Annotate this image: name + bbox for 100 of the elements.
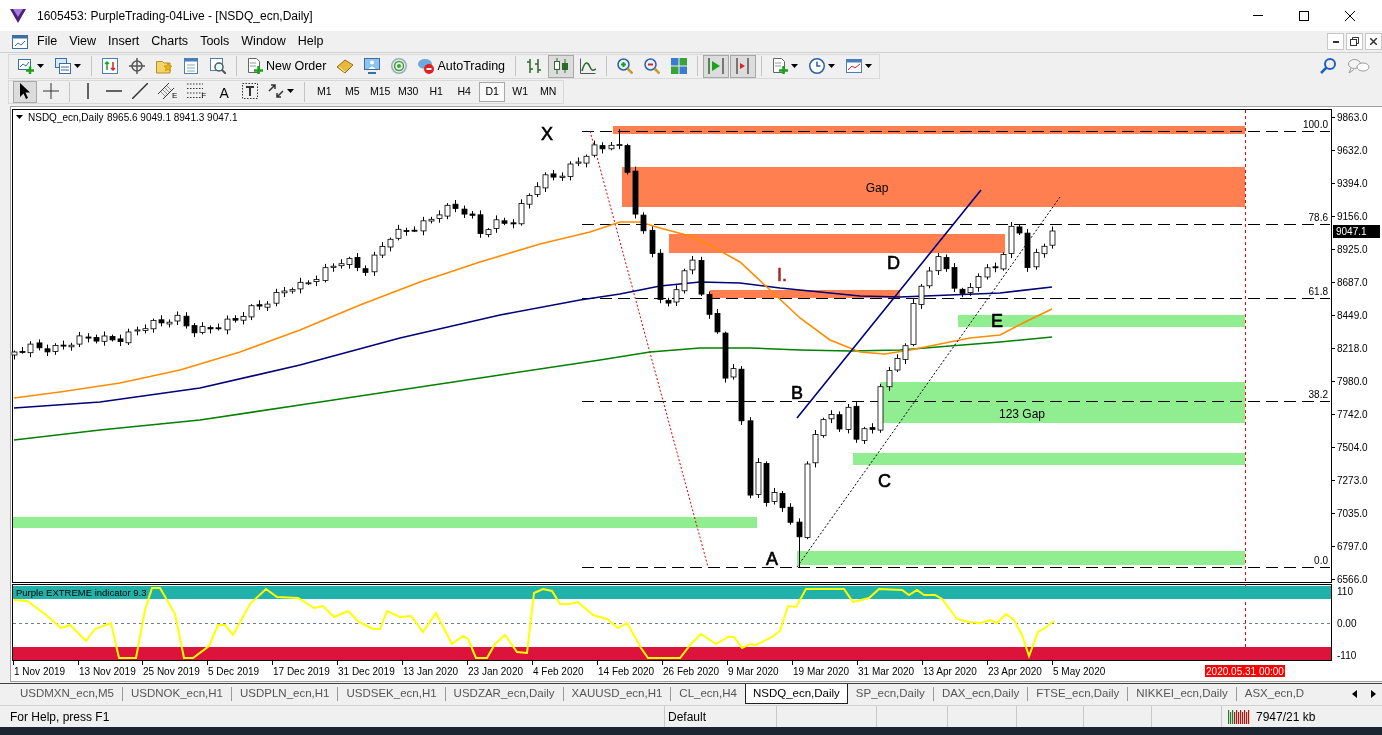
vertical-line-icon — [87, 82, 89, 99]
zoom-in-icon — [617, 58, 634, 74]
clock-icon — [809, 58, 826, 74]
price-axis-label: 7742.0 — [1337, 409, 1368, 420]
menu-item[interactable]: Charts — [145, 31, 195, 52]
channel-button[interactable]: E — [154, 80, 182, 103]
timeframe-button[interactable]: M15 — [367, 81, 394, 102]
timeframe-button[interactable]: M1 — [311, 81, 338, 102]
chart-tab[interactable]: NSDQ_ecn,Daily — [744, 684, 848, 704]
cursor-icon — [20, 82, 30, 99]
window-icon — [183, 58, 199, 74]
fibonacci-level-label: 61.8 — [1308, 286, 1328, 297]
price-axis-label: 6566.0 — [1337, 574, 1368, 585]
chart-tab[interactable]: USDSEK_ecn,H1 — [338, 684, 445, 704]
auto-scroll-button[interactable] — [703, 54, 730, 78]
date-axis-label: 31 Mar 2020 — [858, 666, 915, 677]
chart-shift-button[interactable] — [730, 54, 757, 78]
date-axis-label: 13 Nov 2019 — [79, 666, 136, 677]
timeframe-button[interactable]: M5 — [339, 81, 366, 102]
timeframe-button[interactable]: H1 — [423, 81, 450, 102]
wave-point-label: D — [887, 253, 900, 273]
caret-icon — [37, 64, 44, 68]
timeframe-button[interactable]: MN — [535, 81, 562, 102]
triangle-logo-icon — [10, 8, 26, 23]
chart-tab[interactable]: USDPLN_ecn,H1 — [232, 684, 338, 704]
price-axis-label: 9394.0 — [1337, 178, 1368, 189]
chart-tab[interactable]: USDMXN_ecn,M5 — [12, 684, 122, 704]
crosshair-icon — [129, 58, 145, 74]
document-plus-icon — [247, 58, 263, 74]
timeframe-button[interactable]: D1 — [479, 81, 506, 102]
chart-tab[interactable]: ASX_ecn,D — [1236, 684, 1313, 704]
candlestick-chart-button[interactable] — [548, 54, 575, 78]
close-icon — [1370, 38, 1377, 45]
date-axis-label: 17 Dec 2019 — [273, 666, 330, 677]
minimize-button[interactable] — [1327, 33, 1344, 50]
timeframe-button[interactable]: M30 — [395, 81, 422, 102]
future-time-badge: 2020.05.31 00:00 — [1205, 665, 1285, 677]
arrows-icon — [268, 82, 285, 99]
chart-tab[interactable]: CL_ecn,H4 — [671, 684, 745, 704]
fibonacci-button[interactable]: F — [183, 80, 211, 103]
scroll-end-icon — [708, 58, 725, 74]
menu-item[interactable]: Help — [291, 31, 330, 52]
price-axis-label: 7273.0 — [1337, 475, 1368, 486]
signal-bars-icon — [1228, 709, 1250, 724]
date-axis-label: 5 May 2020 — [1053, 666, 1106, 677]
wave-point-label: B — [791, 383, 803, 403]
rhombus-icon — [337, 58, 354, 74]
minimize-icon — [1253, 15, 1263, 16]
indicator-title: Purple EXTREME indicator 9.3 — [16, 587, 147, 598]
timeframe-button[interactable]: W1 — [507, 81, 534, 102]
price-axis-label: 9632.0 — [1337, 145, 1368, 156]
date-axis-label: 19 Mar 2020 — [793, 666, 850, 677]
chart-tab[interactable]: XAUUSD_ecn,H1 — [563, 684, 671, 704]
chart-tab[interactable]: FTSE_ecn,Daily — [1028, 684, 1128, 704]
level-label: I. — [777, 265, 787, 285]
document-plus-icon — [772, 58, 789, 74]
menu-item[interactable]: Tools — [194, 31, 236, 52]
timeframe-button[interactable]: H4 — [451, 81, 478, 102]
scroll-right-icon[interactable] — [1371, 690, 1376, 698]
chart-tab[interactable]: NIKKEI_ecn,Daily — [1128, 684, 1236, 704]
cursor-tool-button[interactable] — [13, 80, 37, 103]
menu-item[interactable]: View — [63, 31, 103, 52]
chart-tab[interactable]: USDZAR_ecn,Daily — [445, 684, 563, 704]
diagonal-line-icon — [132, 82, 148, 99]
menu-item[interactable]: Window — [235, 31, 292, 52]
caret-icon — [74, 64, 81, 68]
chart-tab[interactable]: DAX_ecn,Daily — [933, 684, 1028, 704]
monitor-person-icon — [364, 58, 381, 74]
search-icon[interactable] — [1320, 58, 1336, 74]
close-button[interactable] — [1365, 33, 1382, 50]
text-tool-button[interactable]: A — [212, 80, 237, 103]
restore-button[interactable] — [1346, 33, 1363, 50]
price-axis-label: 7035.0 — [1337, 508, 1368, 519]
minimize-icon — [1332, 40, 1339, 43]
traffic-counter: 7947/21 kb — [1256, 708, 1316, 726]
menu-item[interactable]: File — [31, 31, 64, 52]
restore-icon — [1350, 37, 1359, 46]
chart-tab[interactable]: USDNOK_ecn,H1 — [122, 684, 231, 704]
wave-point-label: E — [991, 311, 1003, 331]
dotted-levels-icon — [187, 82, 204, 99]
price-axis-label: 9156.0 — [1337, 211, 1368, 222]
hatched-channel-icon — [158, 82, 174, 99]
arrows-window-icon — [102, 58, 118, 74]
chart-tab[interactable]: SP_ecn,Daily — [847, 684, 933, 704]
date-axis-label: 26 Feb 2020 — [663, 666, 720, 677]
window-stack-icon — [55, 58, 71, 74]
auto-trading-button[interactable]: AutoTrading — [413, 54, 511, 78]
zoom-out-icon — [644, 58, 661, 74]
chart-symbol: NSDQ_ecn,Daily — [28, 112, 104, 123]
price-axis-label: 8687.0 — [1337, 277, 1368, 288]
menu-item[interactable]: Insert — [102, 31, 146, 52]
folder-star-icon — [156, 58, 172, 74]
price-axis-label: 7980.0 — [1337, 376, 1368, 387]
close-icon — [1345, 10, 1355, 21]
candlestick-icon — [553, 58, 570, 74]
new-order-button[interactable]: New Order — [242, 54, 332, 78]
chart-window-icon — [12, 34, 28, 49]
line-chart-icon — [580, 58, 597, 74]
stop-sign-icon — [418, 58, 435, 74]
scroll-left-icon[interactable] — [1352, 690, 1357, 698]
